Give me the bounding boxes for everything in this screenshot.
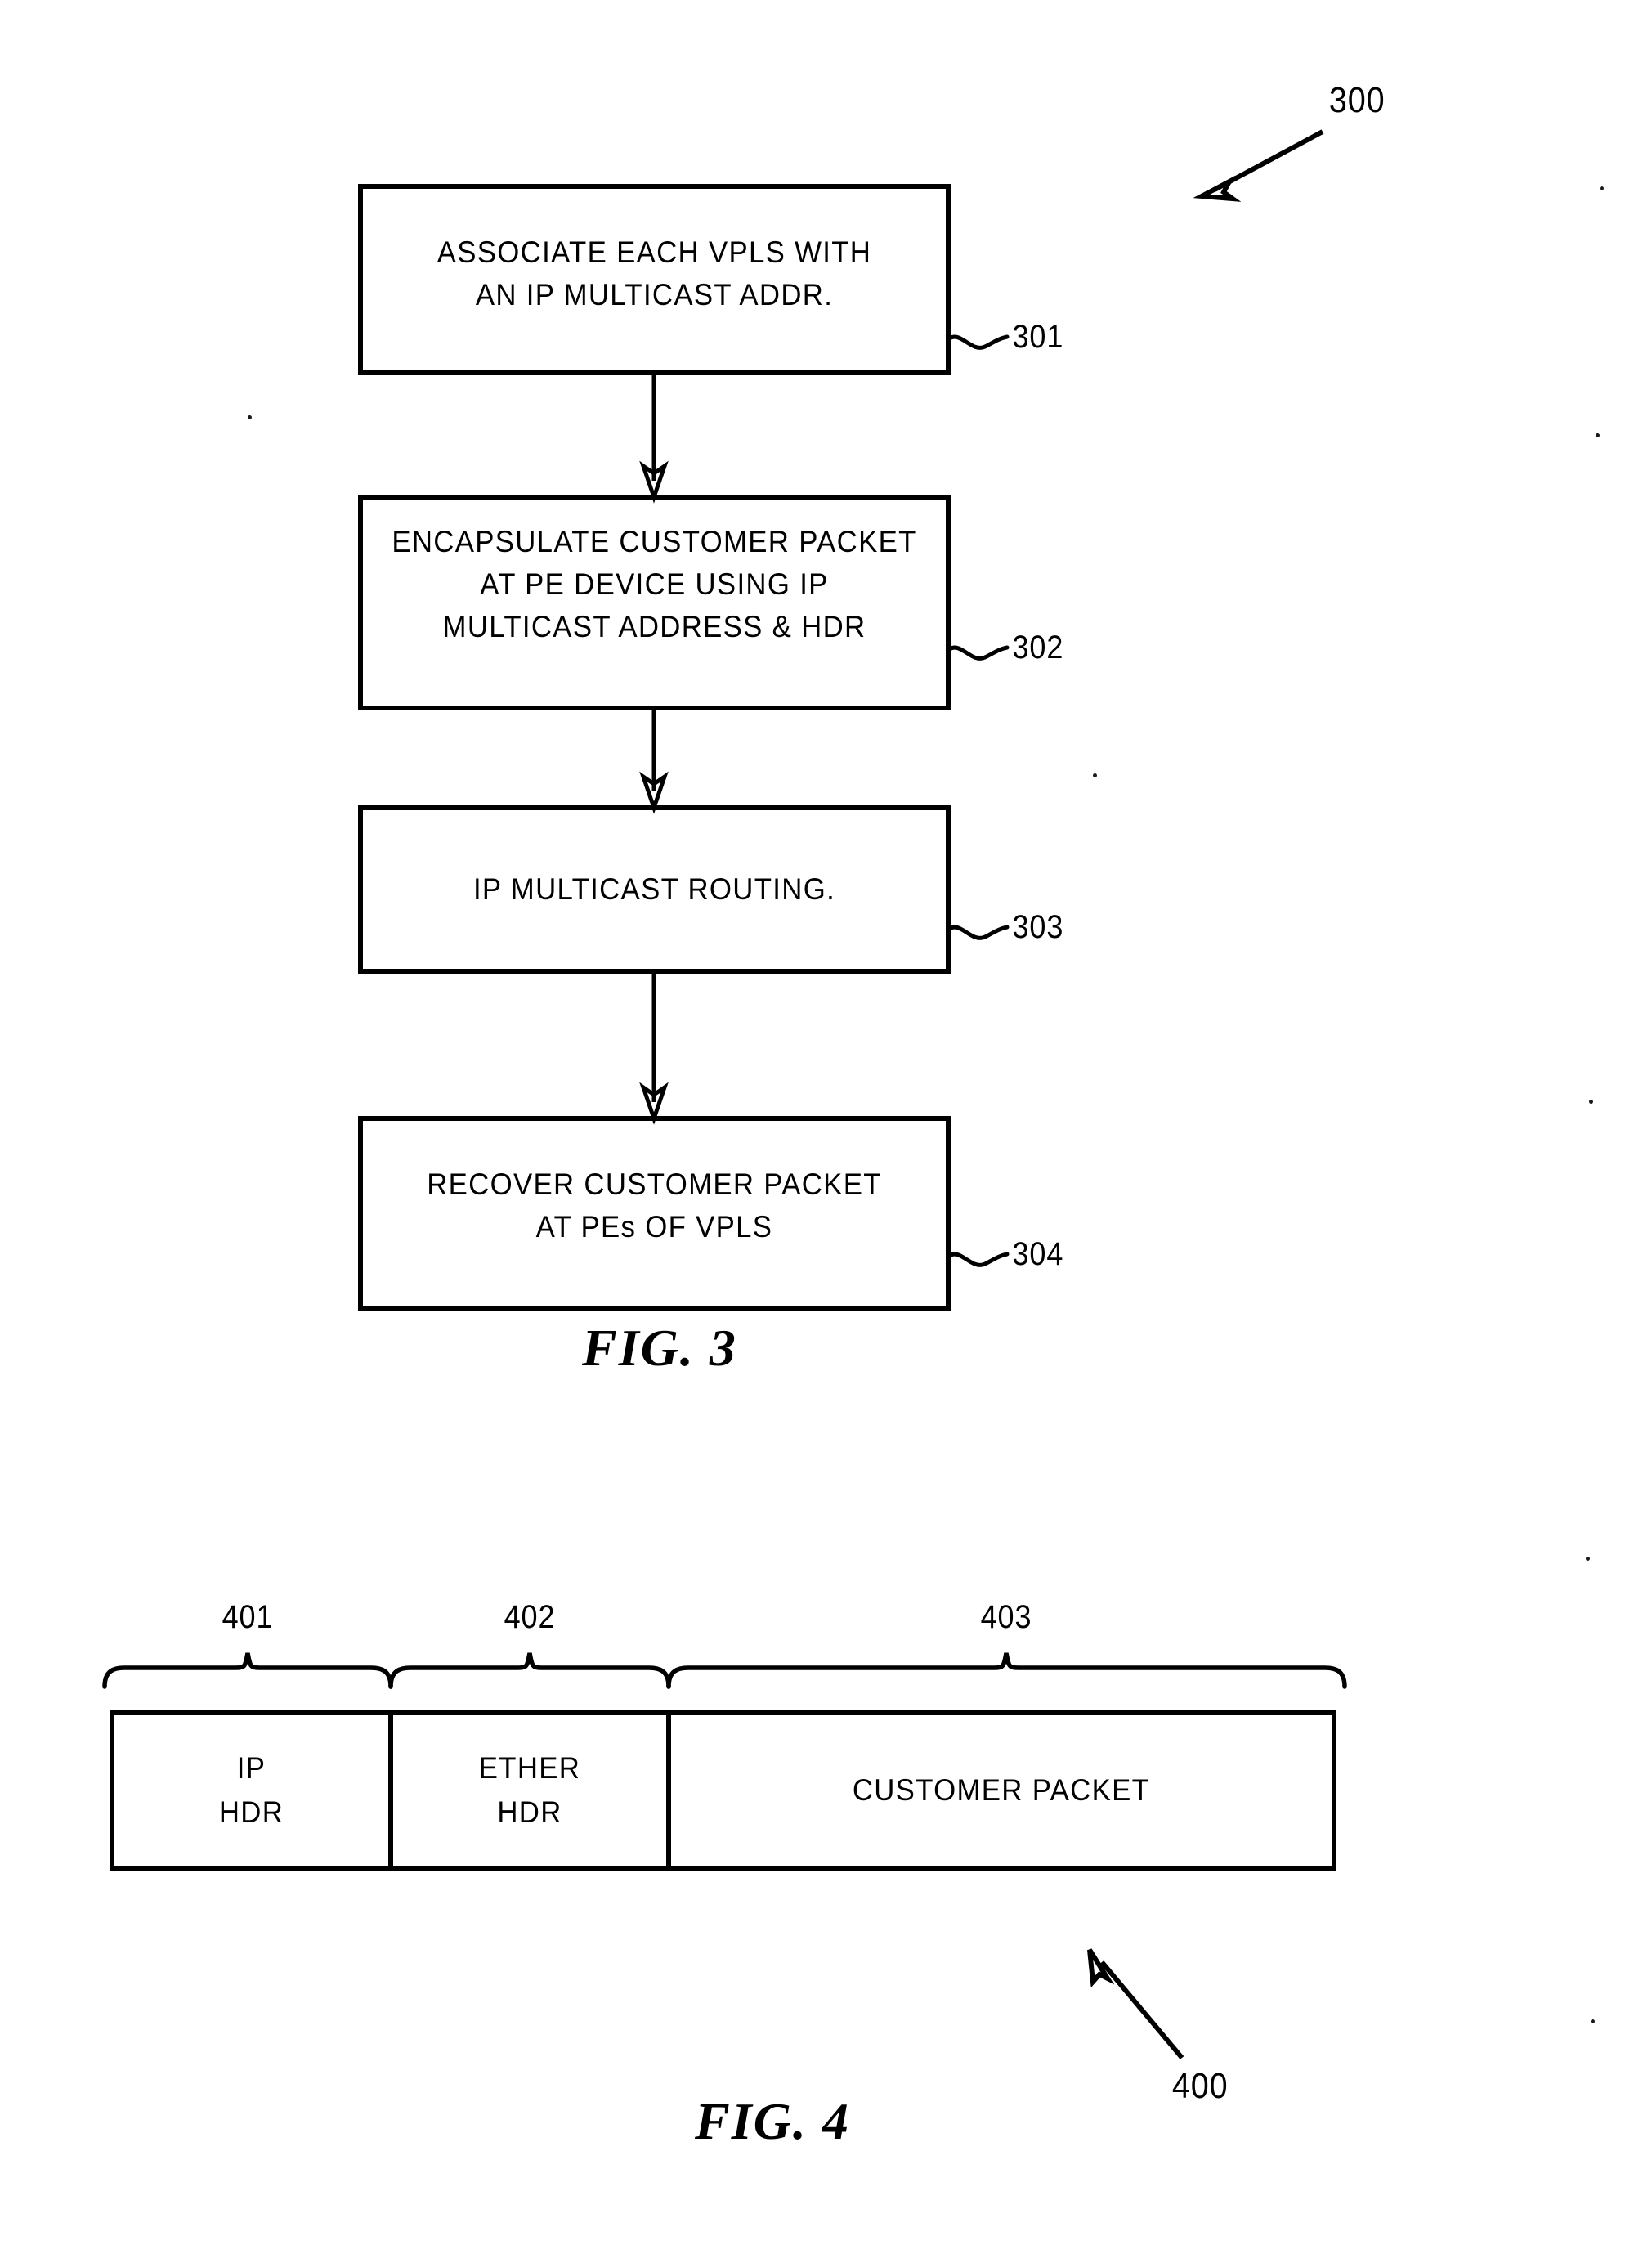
brace-403 bbox=[666, 1652, 1347, 1689]
packet-field-ether-hdr: ETHER HDR bbox=[478, 1751, 581, 1829]
flow-box-303-label: IP MULTICAST ROUTING. bbox=[472, 872, 836, 906]
figure-3-caption: FIG. 3 bbox=[582, 1319, 737, 1377]
ref-number-301: 301 bbox=[1012, 319, 1064, 355]
flow-box-301-label: ASSOCIATE EACH VPLS WITH AN IP MULTICAST… bbox=[437, 235, 872, 311]
ref-number-303: 303 bbox=[1012, 909, 1064, 945]
leader-304 bbox=[946, 1252, 1010, 1267]
ref-number-400: 400 bbox=[1171, 2066, 1229, 2106]
patent-drawing-sheet: ASSOCIATE EACH VPLS WITH AN IP MULTICAST… bbox=[0, 0, 1652, 2254]
ref-number-304: 304 bbox=[1012, 1236, 1064, 1272]
figure-300-pointer-arrow bbox=[1193, 129, 1324, 202]
drawing-vector-layer bbox=[102, 129, 1347, 2059]
flow-arrow-301-302 bbox=[639, 373, 669, 504]
scan-speck bbox=[1586, 1557, 1590, 1561]
scan-speck bbox=[1596, 433, 1600, 437]
scan-speck bbox=[1591, 2019, 1595, 2023]
flow-box-304-label: RECOVER CUSTOMER PACKET AT PEs OF VPLS bbox=[427, 1167, 882, 1244]
ref-number-302: 302 bbox=[1012, 630, 1064, 665]
brace-401 bbox=[102, 1652, 393, 1689]
packet-field-ip-hdr: IP HDR bbox=[218, 1751, 284, 1829]
ref-number-403: 403 bbox=[980, 1599, 1032, 1635]
packet-field-customer-packet: CUSTOMER PACKET bbox=[852, 1773, 1151, 1807]
ref-number-401: 401 bbox=[222, 1599, 274, 1635]
flow-box-302-label: ENCAPSULATE CUSTOMER PACKET AT PE DEVICE… bbox=[392, 525, 917, 643]
figure-4-caption: FIG. 4 bbox=[695, 2092, 850, 2150]
scan-speck bbox=[1589, 1100, 1593, 1104]
flow-arrow-302-303 bbox=[639, 708, 669, 814]
ref-number-300: 300 bbox=[1328, 80, 1386, 120]
flow-arrow-303-304 bbox=[639, 971, 669, 1125]
ref-number-402: 402 bbox=[504, 1599, 556, 1635]
brace-402 bbox=[388, 1652, 671, 1689]
leader-302 bbox=[946, 645, 1010, 661]
figure-400-pointer-arrow bbox=[1087, 1948, 1184, 2059]
scan-speck bbox=[1600, 186, 1604, 190]
leader-301 bbox=[946, 334, 1010, 350]
scan-speck bbox=[248, 415, 252, 419]
scan-speck bbox=[1093, 773, 1097, 777]
leader-303 bbox=[946, 925, 1010, 940]
